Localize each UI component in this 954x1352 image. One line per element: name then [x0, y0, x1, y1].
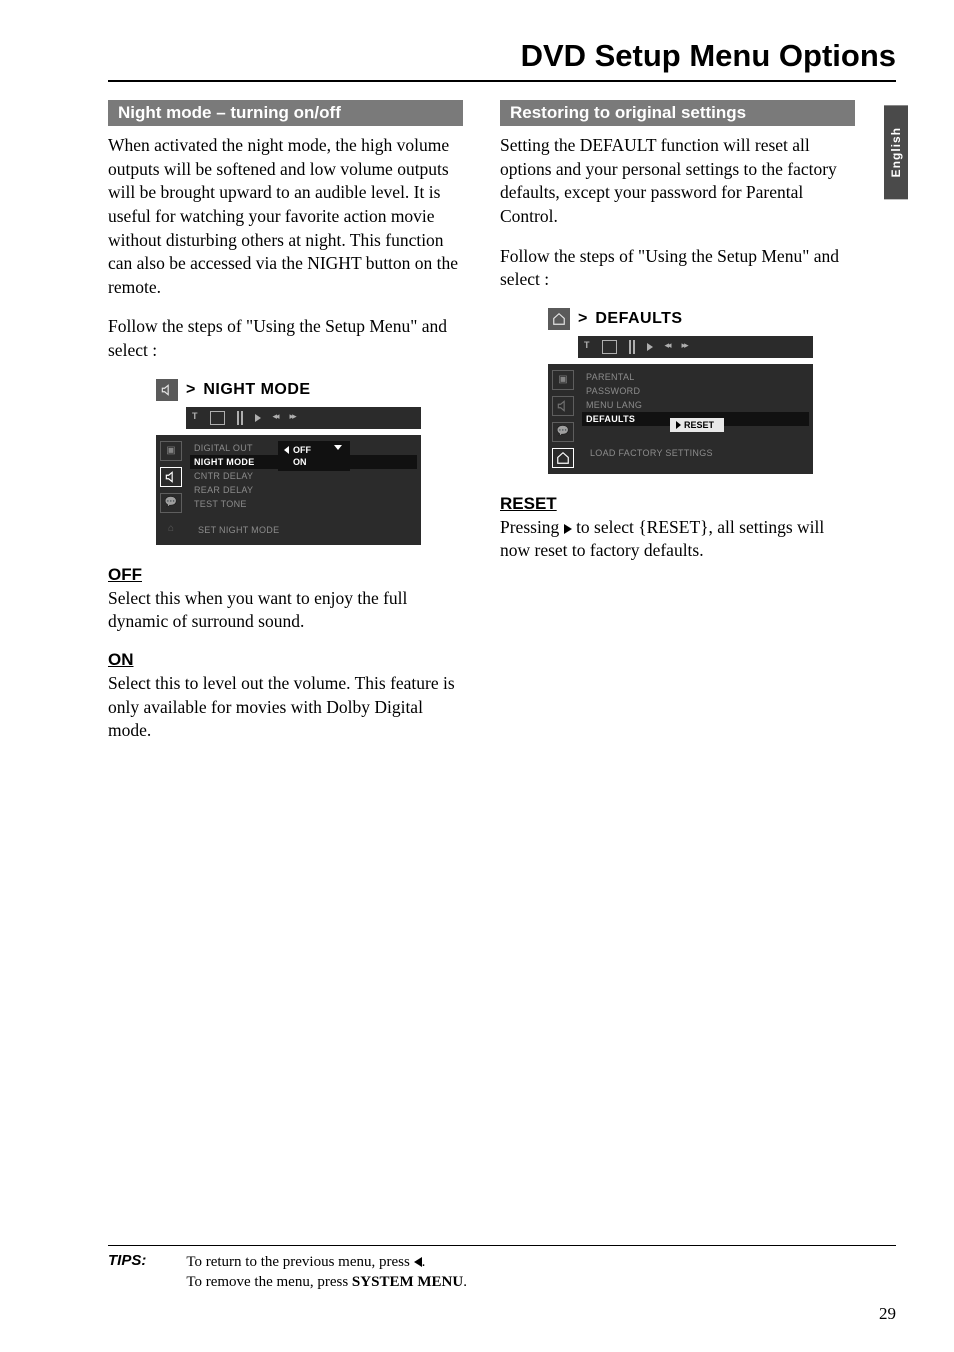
osd-row: TEST TONE — [190, 497, 417, 511]
osd-top-icon — [602, 340, 617, 354]
restore-instruction: Follow the steps of "Using the Setup Men… — [500, 245, 855, 292]
osd-side-icon: ▣ — [160, 441, 182, 461]
osd-side-icon: 💬 — [160, 493, 182, 513]
osd-value-panel: RESET — [670, 418, 724, 432]
subheading-reset: RESET — [500, 494, 855, 514]
osd-row: PARENTAL — [582, 370, 809, 384]
back-icon — [414, 1257, 422, 1267]
speaker-icon — [156, 379, 178, 401]
osd-top-icon — [629, 340, 635, 354]
breadcrumb-night-mode: > NIGHT MODE — [156, 379, 463, 401]
osd-side-icon-active — [160, 467, 182, 487]
tips-bar: TIPS: To return to the previous menu, pr… — [108, 1245, 896, 1293]
reset-description: Pressing to select {RESET}, all settings… — [500, 516, 855, 563]
chevron-down-icon — [334, 445, 342, 450]
play-icon — [564, 524, 572, 534]
fast-forward-icon: ▸▸ — [290, 411, 295, 425]
osd-value-panel: OFF ON — [278, 441, 350, 471]
osd-top-icon — [237, 411, 243, 425]
tips-text: To return to the previous menu, press . … — [186, 1252, 467, 1293]
off-description: Select this when you want to enjoy the f… — [108, 587, 463, 634]
breadcrumb-label: NIGHT MODE — [203, 381, 310, 399]
osd-row: CNTR DELAY — [190, 469, 417, 483]
chevron-right-icon: > — [578, 310, 587, 328]
osd-sidebar: ▣ 💬 ⌂ — [156, 435, 186, 545]
title-rule — [108, 80, 896, 82]
osd-side-icon — [552, 396, 574, 416]
osd-top-icon: T — [584, 340, 590, 354]
osd-night-mode: T ◂◂ ▸▸ ▣ 💬 ⌂ DIGITAL OUT NIGHT MODE CNT… — [156, 407, 421, 545]
osd-row: PASSWORD — [582, 384, 809, 398]
rewind-icon: ◂◂ — [273, 411, 278, 425]
osd-side-icon: ▣ — [552, 370, 574, 390]
subheading-on: ON — [108, 650, 463, 670]
on-description: Select this to level out the volume. Thi… — [108, 672, 463, 743]
tips-label: TIPS: — [108, 1252, 146, 1293]
osd-side-icon: ⌂ — [160, 519, 182, 539]
osd-row: MENU LANG — [582, 398, 809, 412]
chevron-right-icon: > — [186, 381, 195, 399]
play-icon — [647, 343, 653, 351]
osd-defaults: T ◂◂ ▸▸ ▣ 💬 PARENTAL PASSWORD MENU LA — [548, 336, 813, 474]
chevron-right-icon — [676, 421, 681, 429]
subheading-off: OFF — [108, 565, 463, 585]
osd-side-icon-active — [552, 448, 574, 468]
osd-list: PARENTAL PASSWORD MENU LANG DEFAULTS RES… — [578, 364, 813, 474]
osd-top-icon — [210, 411, 225, 425]
home-icon — [548, 308, 570, 330]
osd-top-bar: T ◂◂ ▸▸ — [578, 336, 813, 358]
rewind-icon: ◂◂ — [665, 340, 670, 354]
fast-forward-icon: ▸▸ — [682, 340, 687, 354]
play-icon — [255, 414, 261, 422]
page-number: 29 — [879, 1304, 896, 1324]
section-heading-restore: Restoring to original settings — [500, 100, 855, 126]
breadcrumb-label: DEFAULTS — [595, 310, 682, 328]
night-mode-instruction: Follow the steps of "Using the Setup Men… — [108, 315, 463, 362]
language-tab: English — [884, 105, 908, 199]
osd-list: DIGITAL OUT NIGHT MODE CNTR DELAY REAR D… — [186, 435, 421, 545]
osd-hint: SET NIGHT MODE — [190, 511, 417, 539]
osd-top-icon: T — [192, 411, 198, 425]
chevron-left-icon — [284, 446, 289, 454]
night-mode-description: When activated the night mode, the high … — [108, 134, 463, 299]
osd-side-icon: 💬 — [552, 422, 574, 442]
osd-sidebar: ▣ 💬 — [548, 364, 578, 474]
osd-row: REAR DELAY — [190, 483, 417, 497]
section-heading-night-mode: Night mode – turning on/off — [108, 100, 463, 126]
page-title: DVD Setup Menu Options — [521, 38, 896, 74]
restore-description: Setting the DEFAULT function will reset … — [500, 134, 855, 229]
osd-top-bar: T ◂◂ ▸▸ — [186, 407, 421, 429]
breadcrumb-defaults: > DEFAULTS — [548, 308, 855, 330]
